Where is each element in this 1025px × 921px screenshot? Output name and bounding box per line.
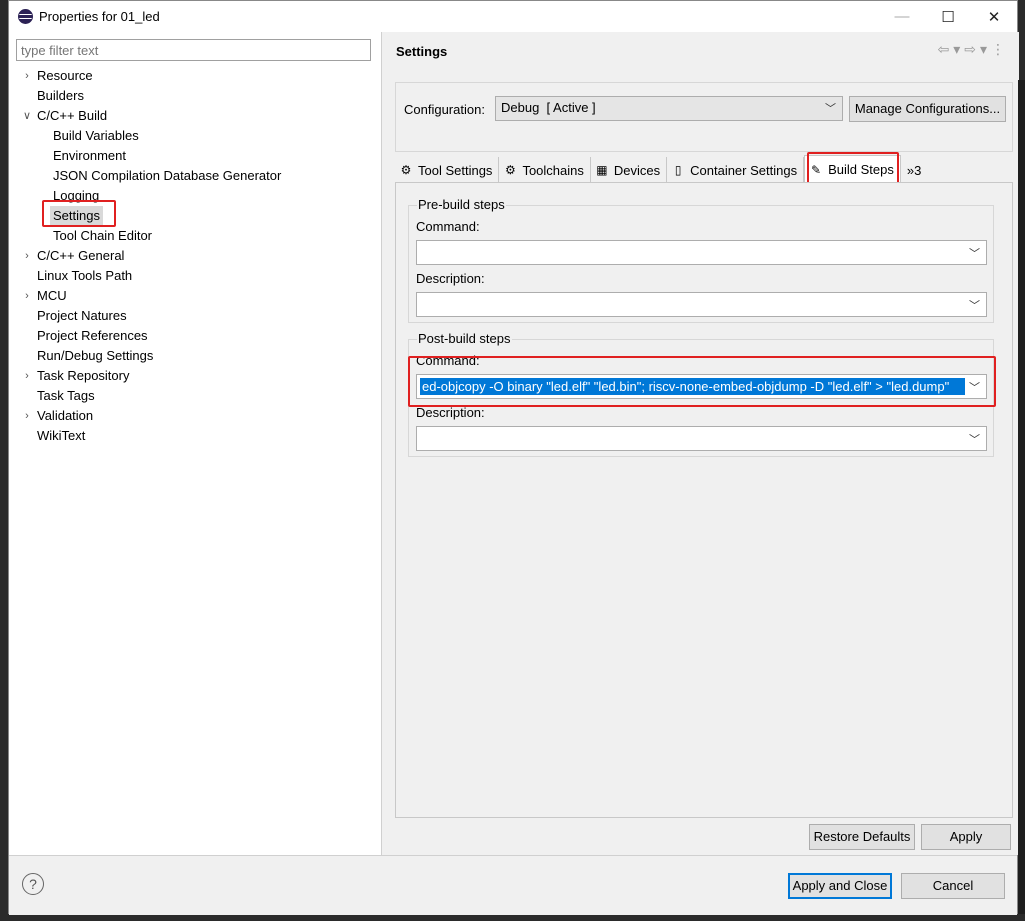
help-icon[interactable]: ? — [22, 873, 44, 895]
settings-highlight-box — [42, 200, 116, 227]
tab-label: Devices — [613, 162, 661, 178]
filter-input[interactable] — [16, 39, 371, 61]
post-build-title: Post-build steps — [417, 331, 512, 346]
more-tabs-button[interactable]: »3 — [901, 163, 921, 178]
tree-item-label: Tool Chain Editor — [53, 228, 152, 243]
window-title: Properties for 01_led — [39, 9, 160, 24]
tab-toolchains[interactable]: ⚙ Toolchains — [499, 157, 591, 183]
tree-item-label: Builders — [37, 88, 84, 103]
eclipse-icon — [18, 9, 33, 24]
settings-pane: Settings ⇦▾⇨▾⋮ Configuration: Debug [ Ac… — [383, 32, 1019, 855]
history-nav[interactable]: ⇦▾⇨▾⋮ — [937, 41, 1009, 58]
page-title: Settings — [396, 44, 448, 59]
chevron-right-icon[interactable]: › — [21, 246, 33, 266]
tree-item[interactable]: Task Tags — [9, 386, 381, 406]
tab-label: Container Settings — [690, 162, 798, 178]
tree-item[interactable]: › Validation — [9, 406, 381, 426]
cancel-button[interactable]: Cancel — [901, 873, 1005, 899]
pre-build-group: Pre-build steps Command: ﹀ Description: … — [408, 197, 994, 323]
chevron-right-icon[interactable]: › — [21, 366, 33, 386]
post-build-description-combo[interactable]: ﹀ — [416, 426, 987, 451]
tree-item[interactable]: › Task Repository — [9, 366, 381, 386]
pre-build-command-combo[interactable]: ﹀ — [416, 240, 987, 265]
tree-item[interactable]: Builders — [9, 86, 381, 106]
tree-item[interactable]: JSON Compilation Database Generator — [9, 166, 381, 186]
tree-item-label: Task Repository — [37, 368, 130, 383]
tree-item[interactable]: Tool Chain Editor — [9, 226, 381, 246]
pre-build-description-label: Description: — [416, 271, 485, 286]
container-icon: ▯ — [674, 163, 682, 177]
tree-item-label: C/C++ General — [37, 248, 125, 263]
configuration-label: Configuration: — [404, 102, 485, 117]
tree-item[interactable]: Build Variables — [9, 126, 381, 146]
tree-item[interactable]: › Resource — [9, 66, 381, 86]
tree-item[interactable]: Environment — [9, 146, 381, 166]
properties-dialog: Properties for 01_led — ☐ ✕ › Resource Bui… — [8, 0, 1019, 915]
configuration-value: Debug [ Active ] — [501, 100, 596, 115]
chevron-right-icon[interactable]: › — [21, 286, 33, 306]
tree-item[interactable]: WikiText — [9, 426, 381, 446]
build-steps-panel: Pre-build steps Command: ﹀ Description: … — [395, 182, 1013, 818]
tree-item[interactable]: Project References — [9, 326, 381, 346]
apply-and-close-button[interactable]: Apply and Close — [788, 873, 892, 899]
tab-tool-settings[interactable]: ⚙ Tool Settings — [395, 157, 500, 183]
title-bar: Properties for 01_led — ☐ ✕ — [9, 1, 1017, 32]
tree-item-label: Project Natures — [37, 308, 127, 323]
pre-build-command-label: Command: — [416, 219, 480, 234]
close-icon[interactable]: ✕ — [971, 1, 1017, 32]
maximize-icon[interactable]: ☐ — [925, 1, 971, 32]
tree-item[interactable]: ∨ C/C++ Build — [9, 106, 381, 126]
configuration-group: Configuration: Debug [ Active ] ﹀ Manage… — [395, 82, 1013, 152]
tree-item[interactable]: Run/Debug Settings — [9, 346, 381, 366]
post-build-description-label: Description: — [416, 405, 485, 420]
chevron-down-icon: ﹀ — [969, 300, 980, 312]
tree-item-label: Build Variables — [53, 128, 139, 143]
dialog-button-bar: ? Apply and Close Cancel — [9, 855, 1017, 915]
chevron-down-icon[interactable]: ∨ — [21, 106, 33, 126]
tree-item-label: WikiText — [37, 428, 86, 443]
tree-item-label: Linux Tools Path — [37, 268, 133, 283]
tree-item-label: Resource — [37, 68, 93, 83]
tree-item-label: C/C++ Build — [37, 108, 108, 123]
manage-configurations-button[interactable]: Manage Configurations... — [849, 96, 1006, 122]
tree-item-label: MCU — [37, 288, 67, 303]
pre-build-description-combo[interactable]: ﹀ — [416, 292, 987, 317]
gear-icon: ⚙ — [400, 163, 412, 177]
tree-item-label: Environment — [53, 148, 126, 163]
tab-container-settings[interactable]: ▯ Container Settings — [667, 157, 805, 183]
tree-item-label: Task Tags — [37, 388, 95, 403]
chip-icon: ▦ — [596, 163, 608, 177]
minimize-icon[interactable]: — — [879, 1, 925, 32]
tree-item[interactable]: Project Natures — [9, 306, 381, 326]
tab-label: Toolchains — [522, 162, 584, 178]
tree-item-label: Project References — [37, 328, 148, 343]
restore-defaults-button[interactable]: Restore Defaults — [809, 824, 915, 850]
tab-devices[interactable]: ▦ Devices — [591, 157, 668, 183]
configuration-select[interactable]: Debug [ Active ] ﹀ — [495, 96, 843, 121]
gear-icon: ⚙ — [505, 163, 516, 177]
tree-item-label: JSON Compilation Database Generator — [53, 168, 282, 183]
tree-item-label: Run/Debug Settings — [37, 348, 154, 363]
property-tree: › Resource Builders ∨ C/C++ Build Build Varia… — [9, 66, 381, 446]
chevron-right-icon[interactable]: › — [21, 406, 33, 426]
post-build-command-highlight-box — [408, 356, 996, 407]
background-editor — [1018, 80, 1025, 914]
pre-build-title: Pre-build steps — [417, 197, 506, 212]
tree-item[interactable]: › C/C++ General — [9, 246, 381, 266]
tree-item[interactable]: Linux Tools Path — [9, 266, 381, 286]
tab-label: Tool Settings — [418, 162, 493, 178]
tree-item[interactable]: › MCU — [9, 286, 381, 306]
apply-button[interactable]: Apply — [921, 824, 1011, 850]
chevron-down-icon: ﹀ — [969, 248, 980, 260]
navigation-pane: › Resource Builders ∨ C/C++ Build Build Varia… — [9, 32, 382, 855]
chevron-down-icon: ﹀ — [969, 434, 980, 446]
chevron-right-icon[interactable]: › — [21, 66, 33, 86]
tree-item-label: Validation — [37, 408, 94, 423]
chevron-down-icon: ﹀ — [825, 103, 836, 115]
